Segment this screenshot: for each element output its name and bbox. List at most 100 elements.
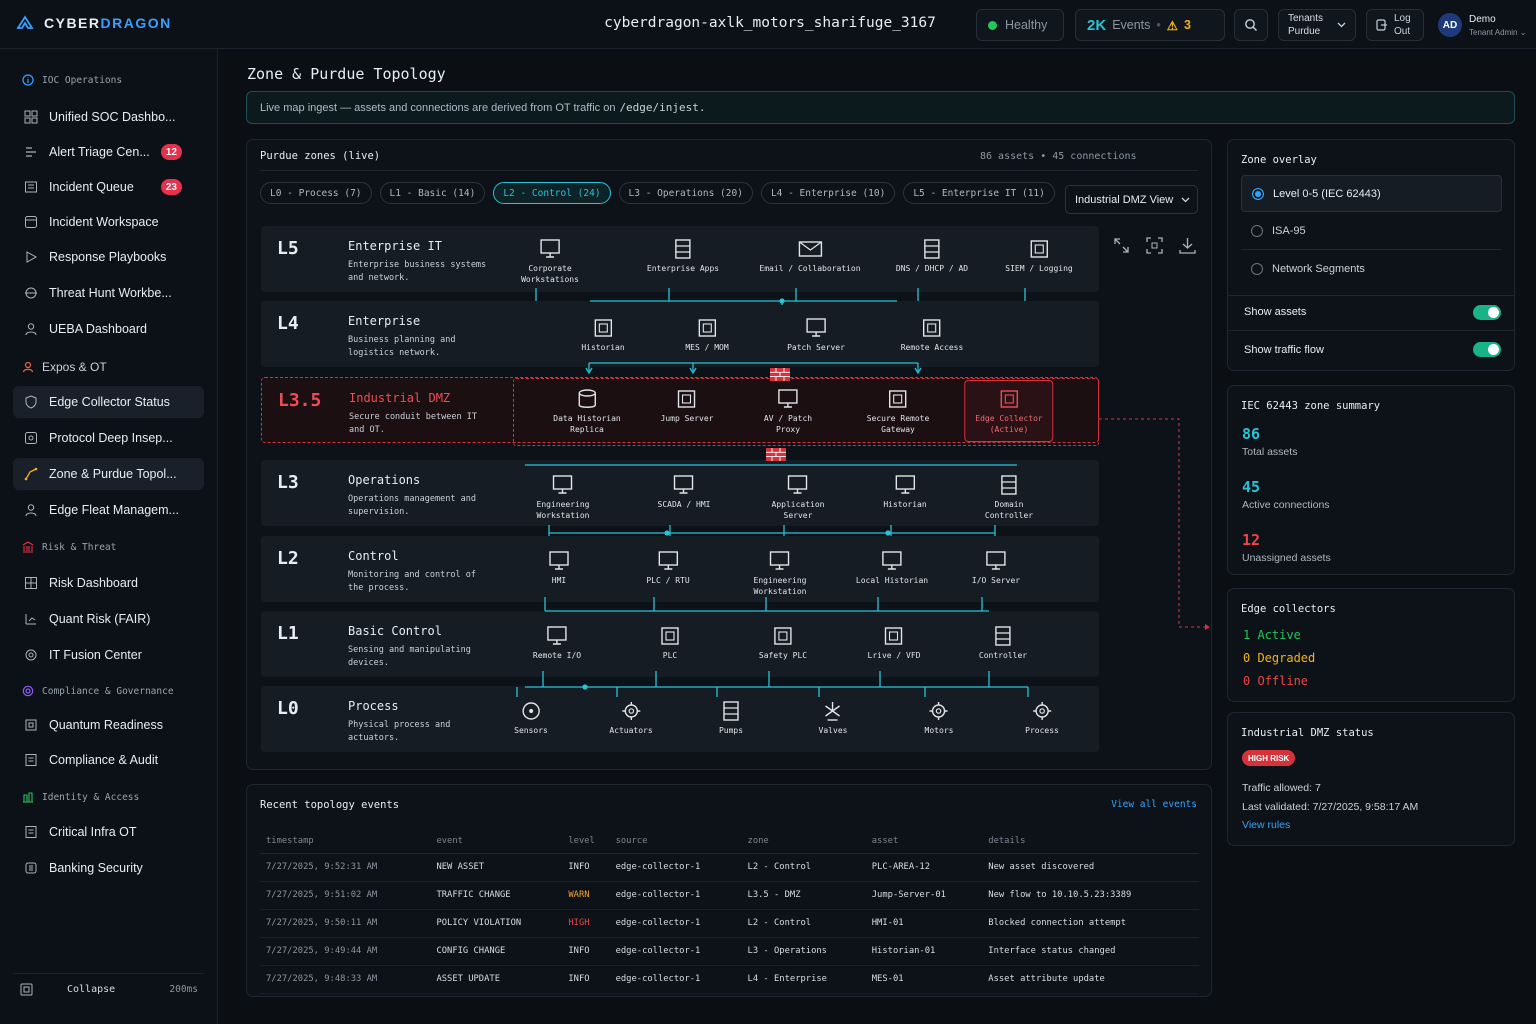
column-header[interactable]: timestamp — [260, 829, 431, 854]
asset-node[interactable]: Domain Controller — [985, 474, 1033, 521]
user-menu[interactable]: Demo Tenant Admin ⌄ — [1469, 13, 1526, 39]
overlay-option-iec[interactable]: Level 0-5 (IEC 62443) — [1241, 175, 1502, 212]
asset-node[interactable]: Motors — [925, 700, 953, 736]
asset-node[interactable]: Engineering Workstation — [537, 474, 589, 521]
asset-node[interactable]: Process — [1025, 700, 1059, 736]
asset-node[interactable]: Pumps — [718, 700, 744, 736]
asset-node[interactable]: Lrive / VFD — [868, 625, 920, 661]
sidebar-item-critical-infra[interactable]: Critical Infra OT — [13, 816, 204, 848]
asset-node[interactable]: Historian — [581, 317, 625, 353]
download-button[interactable] — [1179, 237, 1196, 259]
asset-node[interactable]: HMI — [546, 550, 572, 586]
asset-node[interactable]: PLC / RTU — [646, 550, 690, 586]
topology-title: Purdue zones (live) — [260, 150, 381, 162]
events-indicator[interactable]: 2K Events • ⚠ 3 — [1075, 9, 1225, 41]
asset-node[interactable]: SCADA / HMI — [658, 474, 710, 510]
asset-node[interactable]: Secure Remote Gateway — [867, 388, 929, 435]
overlay-option-isa95[interactable]: ISA-95 — [1241, 213, 1502, 250]
chip-l1[interactable]: L1 - Basic (14) — [379, 182, 486, 204]
asset-label: I/O Server — [971, 576, 1021, 585]
asset-node[interactable]: Email / Collaboration — [759, 238, 861, 274]
expand-button[interactable] — [1113, 237, 1130, 259]
asset-node[interactable]: Safety PLC — [759, 625, 807, 661]
sidebar-section-expos-ot[interactable]: Expos & OT — [22, 360, 107, 374]
sidebar-item-ueba[interactable]: UEBA Dashboard — [13, 313, 204, 345]
view-select[interactable]: Industrial DMZ View — [1065, 185, 1198, 214]
asset-node[interactable]: Remote I/O — [533, 625, 581, 661]
sidebar-item-risk-dashboard[interactable]: Risk Dashboard — [13, 567, 204, 599]
sidebar-item-incident-workspace[interactable]: Incident Workspace — [13, 206, 204, 238]
column-header[interactable]: level — [562, 829, 610, 854]
table-row[interactable]: 7/27/2025, 9:52:31 AM NEW ASSET INFO edge-c… — [260, 853, 1199, 882]
health-status[interactable]: Healthy — [976, 9, 1064, 41]
logout-button[interactable]: Log Out — [1366, 9, 1424, 41]
sidebar-item-it-fusion[interactable]: IT Fusion Center — [13, 639, 204, 671]
view-all-events-link[interactable]: View all events — [1111, 799, 1197, 810]
asset-node[interactable]: I/O Server — [972, 550, 1020, 586]
overlay-option-segments[interactable]: Network Segments — [1241, 250, 1502, 287]
asset-node[interactable]: Valves — [819, 700, 847, 736]
show-assets-toggle[interactable] — [1473, 304, 1501, 320]
asset-node[interactable]: Remote Access — [901, 317, 963, 353]
show-flow-toggle[interactable] — [1473, 342, 1501, 357]
asset-node[interactable]: MES / MOM — [685, 317, 729, 353]
asset-node[interactable]: AV / Patch Proxy — [764, 388, 812, 435]
fit-button[interactable] — [1146, 237, 1163, 259]
column-header[interactable]: details — [982, 829, 1199, 854]
sidebar-item-zone-purdue-topology[interactable]: Zone & Purdue Topol... — [13, 458, 204, 490]
asset-node[interactable]: PLC — [657, 625, 683, 661]
sidebar-item-compliance-audit[interactable]: Compliance & Audit — [13, 744, 204, 776]
brand-logo[interactable]: CYBERDRAGON — [16, 14, 172, 32]
table-row[interactable]: 7/27/2025, 9:51:02 AM TRAFFIC CHANGE WARN e… — [260, 881, 1199, 910]
chip-l5[interactable]: L5 - Enterprise IT (11) — [903, 182, 1055, 204]
sidebar-item-edge-fleet[interactable]: Edge Fleat Managem... — [13, 494, 204, 526]
column-header[interactable]: zone — [741, 829, 866, 854]
asset-node[interactable]: Enterprise Apps — [647, 238, 719, 274]
asset-node[interactable]: Patch Server — [787, 317, 845, 353]
sidebar-section-risk-threat[interactable]: Risk & Threat — [22, 541, 116, 553]
table-row[interactable]: 7/27/2025, 9:48:33 AM ASSET UPDATE INFO edg… — [260, 965, 1199, 994]
sidebar-item-alert-triage[interactable]: Alert Triage Cen... 12 — [13, 136, 204, 168]
search-button[interactable] — [1234, 9, 1268, 41]
chip-l4[interactable]: L4 - Enterprise (10) — [760, 182, 896, 204]
sidebar-item-banking-security[interactable]: Banking Security — [13, 852, 204, 884]
tenant-select[interactable]: Tenants Purdue — [1278, 9, 1356, 41]
asset-node[interactable]: Controller — [979, 625, 1027, 661]
collapse-button[interactable]: Collapse 200ms — [13, 973, 204, 1005]
asset-node[interactable]: Edge Collector (Active) — [964, 380, 1054, 442]
asset-node[interactable]: Sensors — [514, 700, 548, 736]
server-icon — [995, 626, 1011, 646]
asset-node[interactable]: SIEM / Logging — [1005, 238, 1073, 274]
chip-l0[interactable]: L0 - Process (7) — [260, 182, 372, 204]
asset-node[interactable]: Engineering Workstation — [754, 550, 806, 597]
sidebar-item-quant-risk[interactable]: Quant Risk (FAIR) — [13, 603, 204, 635]
avatar[interactable]: AD — [1438, 13, 1462, 37]
table-cell: CONFIG CHANGE — [430, 937, 563, 966]
asset-node[interactable]: Jump Server — [661, 388, 713, 424]
sidebar-item-unified-soc[interactable]: Unified SOC Dashbo... — [13, 101, 204, 133]
sidebar-section-identity[interactable]: Identity & Access — [22, 791, 139, 803]
asset-node[interactable]: Application Server — [772, 474, 824, 521]
asset-node[interactable]: Historian — [883, 474, 927, 510]
sidebar-item-threat-hunt[interactable]: Threat Hunt Workbe... — [13, 277, 204, 309]
asset-node[interactable]: DNS / DHCP / AD — [896, 238, 968, 274]
sidebar-item-response-playbooks[interactable]: Response Playbooks — [13, 241, 204, 273]
table-row[interactable]: 7/27/2025, 9:49:44 AM CONFIG CHANGE INFO ed… — [260, 937, 1199, 966]
sidebar-item-quantum-readiness[interactable]: Quantum Readiness — [13, 709, 204, 741]
asset-node[interactable]: Data Historian Replica — [553, 388, 621, 435]
column-header[interactable]: source — [609, 829, 742, 854]
chip-l3[interactable]: L3 - Operations (20) — [618, 182, 753, 204]
view-rules-link[interactable]: View rules — [1242, 819, 1290, 831]
column-header[interactable]: asset — [865, 829, 983, 854]
sidebar-item-incident-queue[interactable]: Incident Queue 23 — [13, 171, 204, 203]
table-row[interactable]: 7/27/2025, 9:50:11 AM POLICY VIOLATION HIG… — [260, 909, 1199, 938]
sidebar-item-protocol-deep-inspection[interactable]: Protocol Deep Insep... — [13, 422, 204, 454]
chip-l2[interactable]: L2 - Control (24) — [493, 182, 611, 204]
asset-node[interactable]: Local Historian — [856, 550, 928, 586]
sidebar-section-ioc[interactable]: IOC Operations — [22, 74, 122, 86]
column-header[interactable]: event — [430, 829, 563, 854]
asset-node[interactable]: Actuators — [609, 700, 653, 736]
asset-node[interactable]: Corporate Workstations — [521, 238, 579, 285]
sidebar-section-compliance[interactable]: Compliance & Governance — [22, 685, 174, 697]
sidebar-item-edge-collector-status[interactable]: Edge Collector Status — [13, 386, 204, 418]
